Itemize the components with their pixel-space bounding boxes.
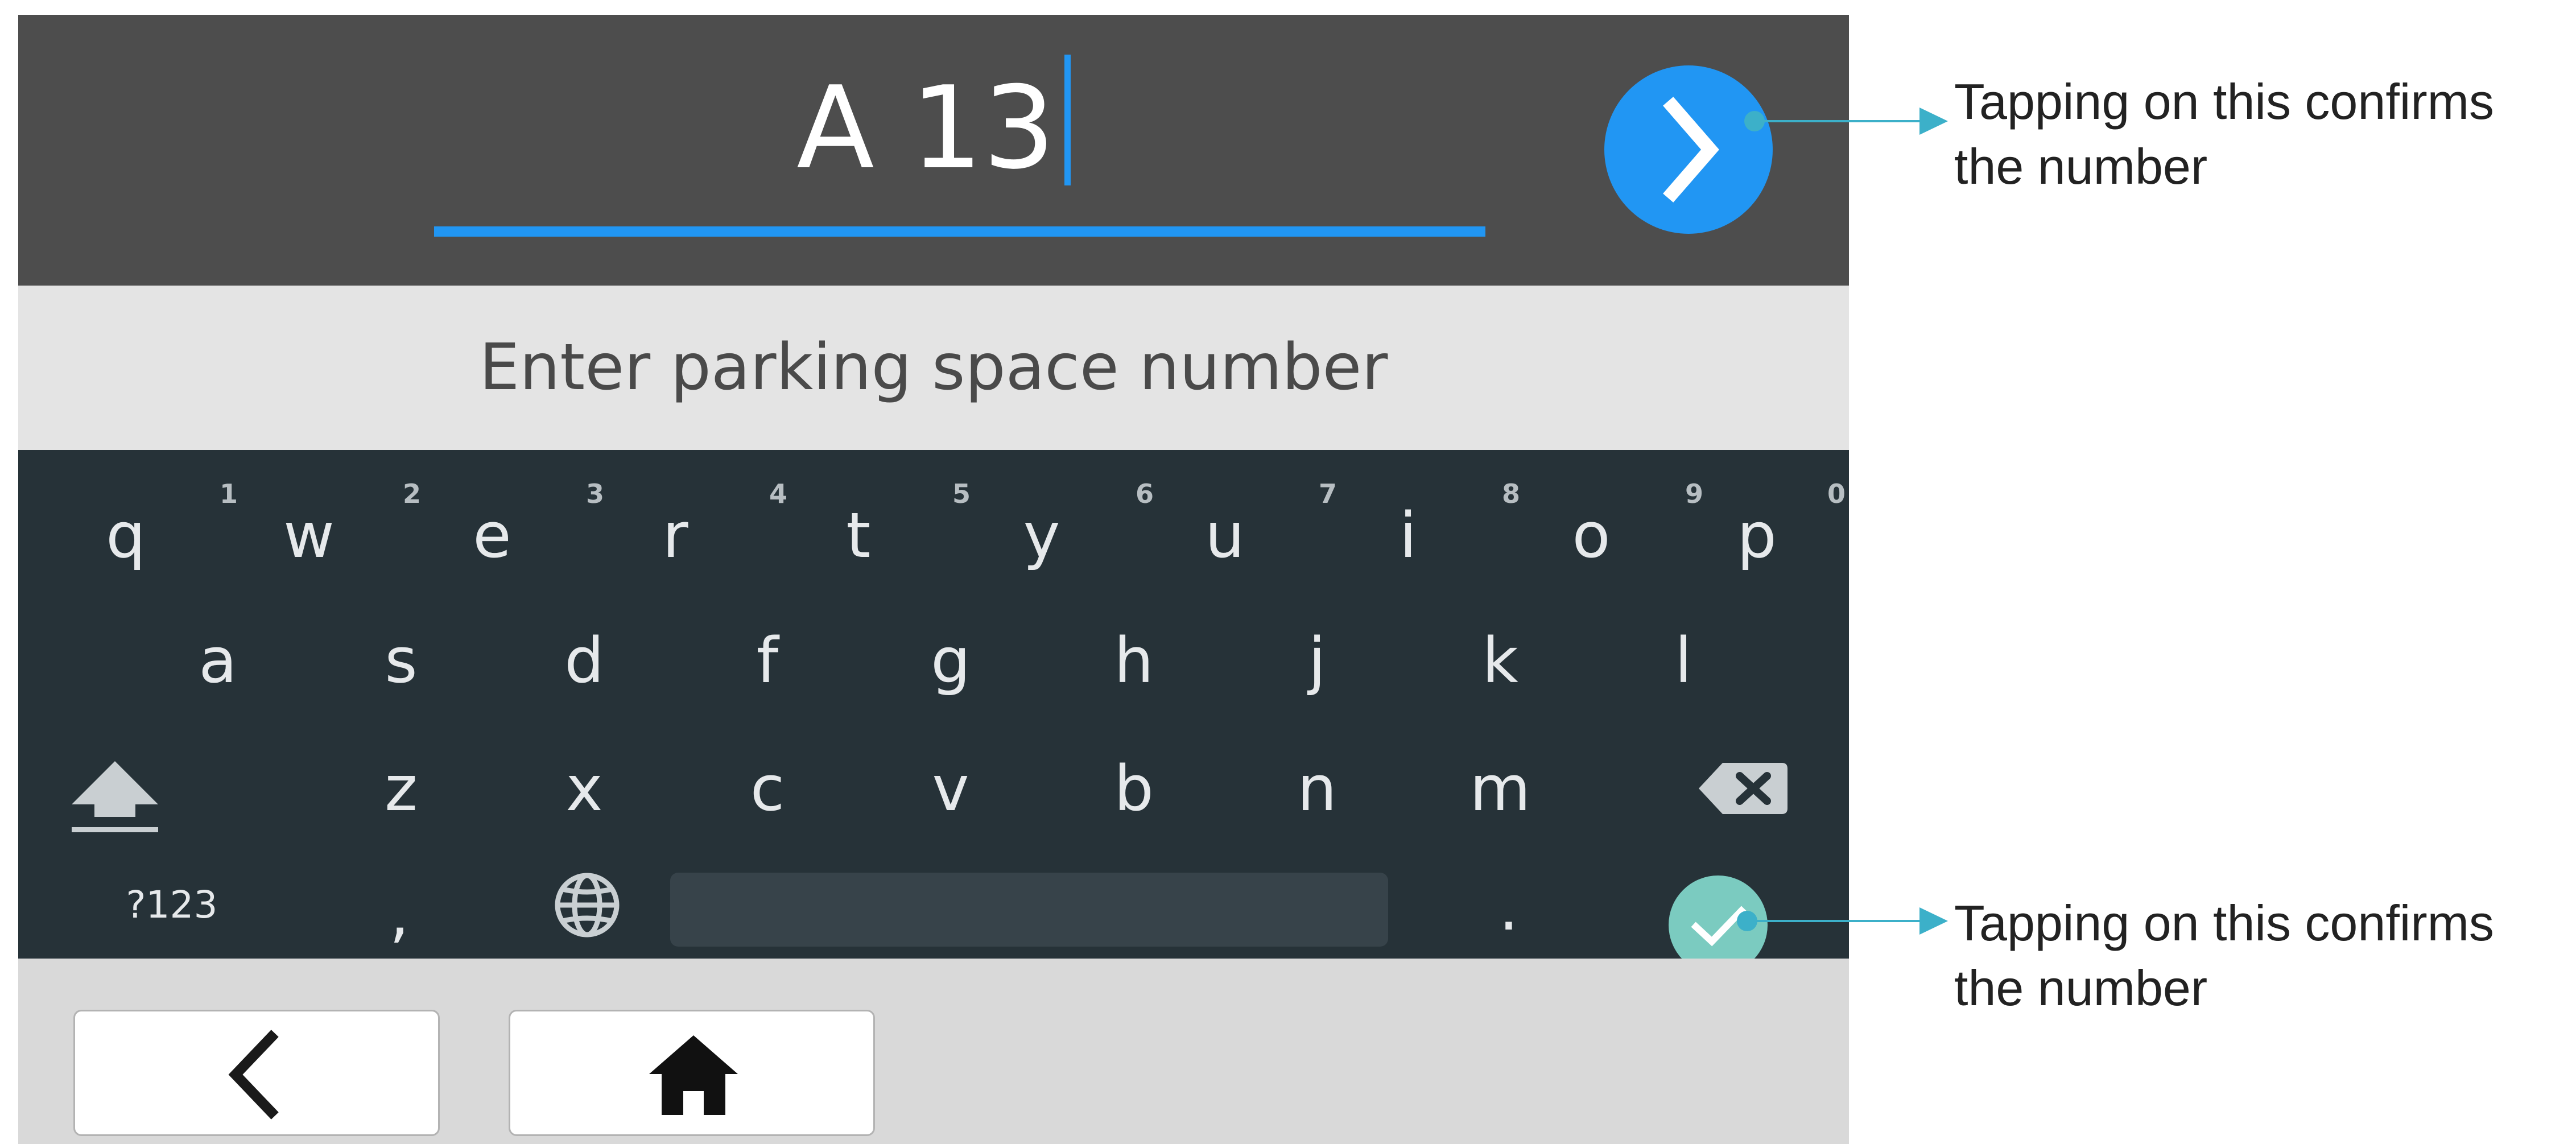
prompt-label: Enter parking space number xyxy=(479,331,1388,404)
globe-icon xyxy=(555,873,620,937)
period-key[interactable]: . xyxy=(1440,860,1577,951)
key-label: w xyxy=(283,499,335,572)
parking-entry-screen: A 13 Enter parking space number q1 w2 e3… xyxy=(18,15,1849,1144)
key-label: i xyxy=(1399,499,1417,572)
on-screen-keyboard: q1 w2 e3 r4 t5 y6 u7 i8 o9 p0 a s d f g … xyxy=(18,450,1849,974)
key-y[interactable]: y6 xyxy=(950,478,1154,592)
key-m[interactable]: m xyxy=(1409,732,1592,845)
key-o[interactable]: o9 xyxy=(1500,478,1703,592)
key-r[interactable]: r4 xyxy=(584,478,787,592)
key-e[interactable]: e3 xyxy=(401,478,604,592)
callout-arrow xyxy=(1919,907,1948,935)
key-g[interactable]: g xyxy=(859,604,1042,717)
entry-header: A 13 xyxy=(18,15,1849,286)
chevron-left-icon xyxy=(228,1030,279,1120)
home-button[interactable] xyxy=(509,1010,875,1136)
key-k[interactable]: k xyxy=(1409,604,1592,717)
key-z[interactable]: z xyxy=(309,732,493,845)
chevron-right-icon xyxy=(1663,97,1719,203)
key-i[interactable]: i8 xyxy=(1316,478,1520,592)
key-label: p xyxy=(1737,499,1777,572)
shift-icon xyxy=(72,761,158,832)
key-n[interactable]: n xyxy=(1225,732,1409,845)
callout-text-done: Tapping on this confirms the number xyxy=(1954,895,2494,1016)
text-cursor xyxy=(1064,55,1071,185)
back-button[interactable] xyxy=(73,1010,440,1136)
key-u[interactable]: u7 xyxy=(1133,478,1337,592)
backspace-key[interactable] xyxy=(1685,732,1799,845)
key-w[interactable]: w2 xyxy=(217,478,421,592)
key-label: e xyxy=(473,499,511,572)
key-label: t xyxy=(846,499,871,572)
backspace-icon xyxy=(1699,763,1787,814)
key-label: y xyxy=(1023,499,1060,572)
navigation-bar xyxy=(18,959,1849,1144)
key-d[interactable]: d xyxy=(493,604,676,717)
space-key[interactable] xyxy=(670,873,1388,947)
key-l[interactable]: l xyxy=(1592,604,1775,717)
callout-line xyxy=(1747,920,1919,922)
key-b[interactable]: b xyxy=(1042,732,1225,845)
key-c[interactable]: c xyxy=(676,732,859,845)
key-label: q xyxy=(106,499,146,572)
shift-key[interactable] xyxy=(47,732,183,845)
key-p[interactable]: p0 xyxy=(1683,478,1846,592)
key-x[interactable]: x xyxy=(493,732,676,845)
symbols-key[interactable]: ?123 xyxy=(92,860,251,951)
input-underline xyxy=(434,226,1485,237)
key-t[interactable]: t5 xyxy=(767,478,971,592)
key-a[interactable]: a xyxy=(126,604,309,717)
key-label: o xyxy=(1572,499,1611,572)
entry-value: A 13 xyxy=(796,62,1055,195)
key-label: u xyxy=(1205,499,1245,572)
key-v[interactable]: v xyxy=(859,732,1042,845)
key-s[interactable]: s xyxy=(309,604,493,717)
key-h[interactable]: h xyxy=(1042,604,1225,717)
key-j[interactable]: j xyxy=(1225,604,1409,717)
callout-line xyxy=(1755,120,1919,122)
key-q[interactable]: q1 xyxy=(34,478,238,592)
key-f[interactable]: f xyxy=(676,604,859,717)
key-label: r xyxy=(662,499,688,572)
next-button[interactable] xyxy=(1604,65,1773,234)
comma-key[interactable]: , xyxy=(337,860,462,951)
home-icon xyxy=(649,1035,738,1115)
callout-arrow xyxy=(1919,108,1948,135)
key-hint: 0 xyxy=(1827,478,1846,509)
callout-text-next: Tapping on this confirms the number xyxy=(1954,73,2494,195)
language-key[interactable] xyxy=(519,860,655,951)
prompt-bar: Enter parking space number xyxy=(18,286,1849,450)
parking-number-input[interactable]: A 13 xyxy=(18,55,1849,195)
